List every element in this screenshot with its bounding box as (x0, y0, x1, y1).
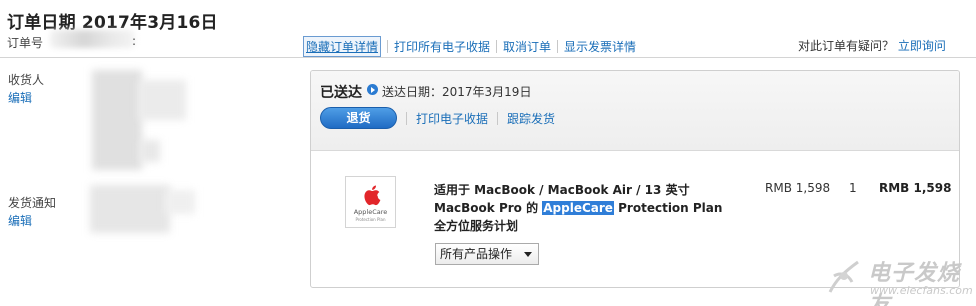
delivery-date: 送达日期：2017年3月19日 (382, 85, 532, 99)
print-receipt-link[interactable]: 打印电子收据 (416, 110, 488, 127)
watermark-url: www.elecfans.com (870, 284, 973, 297)
print-all-receipts-link[interactable]: 打印所有电子收据 (394, 38, 490, 55)
hide-order-details-link[interactable]: 隐藏订单详情 (303, 36, 382, 57)
apple-logo-icon (364, 185, 381, 206)
edit-recipient-link[interactable]: 编辑 (8, 89, 32, 106)
recipient-address-redacted (138, 80, 186, 120)
contact-now-link[interactable]: 立即询问 (898, 39, 946, 53)
product-name[interactable]: 适用于 MacBook / MacBook Air / 13 英寸 MacBoo… (434, 181, 734, 235)
order-number-label: 订单号 (7, 36, 44, 50)
watermark-logo-icon (828, 260, 859, 293)
toolbar-divider (557, 40, 559, 53)
applecare-brand-text: AppleCare (353, 208, 388, 216)
protection-plan-text: Protection Plan (355, 217, 386, 222)
cancel-order-link[interactable]: 取消订单 (503, 38, 551, 55)
help-question-text: 对此订单有疑问？ (798, 39, 895, 53)
header-divider (0, 57, 976, 58)
item-quantity: 1 (849, 181, 857, 195)
order-help: 对此订单有疑问？ 立即询问 (798, 37, 946, 54)
shipping-notice-redacted (90, 185, 170, 233)
shipping-notice-label: 发货通知 (8, 196, 57, 210)
track-shipment-link[interactable]: 跟踪发货 (507, 110, 555, 127)
recipient-address-redacted (140, 140, 160, 162)
recipient-address-redacted (92, 70, 142, 170)
total-price: RMB 1,598 (879, 181, 952, 195)
product-actions-select[interactable]: 所有产品操作 (435, 243, 539, 265)
shipping-notice-redacted (165, 190, 195, 214)
order-number-colon: : (132, 34, 137, 48)
watermark-name: 电子发烧友 (868, 261, 961, 306)
shipment-links: 打印电子收据 跟踪发货 (406, 110, 555, 127)
return-button[interactable]: 退货 (320, 107, 397, 129)
link-divider (406, 112, 407, 125)
edit-shipping-notice-link[interactable]: 编辑 (8, 212, 32, 229)
play-info-icon (367, 84, 378, 95)
toolbar-divider (496, 40, 498, 53)
product-actions-label: 所有产品操作 (440, 247, 513, 261)
chevron-down-icon (524, 252, 532, 257)
product-name-highlight: AppleCare (542, 201, 614, 215)
order-toolbar: 隐藏订单详情 打印所有电子收据 取消订单 显示发票详情 (303, 36, 636, 57)
show-invoice-details-link[interactable]: 显示发票详情 (564, 38, 636, 55)
recipient-label: 收货人 (8, 73, 45, 87)
product-image[interactable]: AppleCare Protection Plan (345, 176, 396, 228)
unit-price: RMB 1,598 (765, 181, 831, 195)
shipment-header: 已送达 送达日期：2017年3月19日 退货 打印电子收据 跟踪发货 (311, 71, 959, 151)
toolbar-divider (387, 40, 389, 53)
delivery-status: 已送达 (320, 85, 362, 101)
watermark: 电子发烧友 www.elecfans.com (822, 252, 973, 306)
link-divider (497, 112, 499, 125)
order-number-redacted (50, 30, 135, 48)
